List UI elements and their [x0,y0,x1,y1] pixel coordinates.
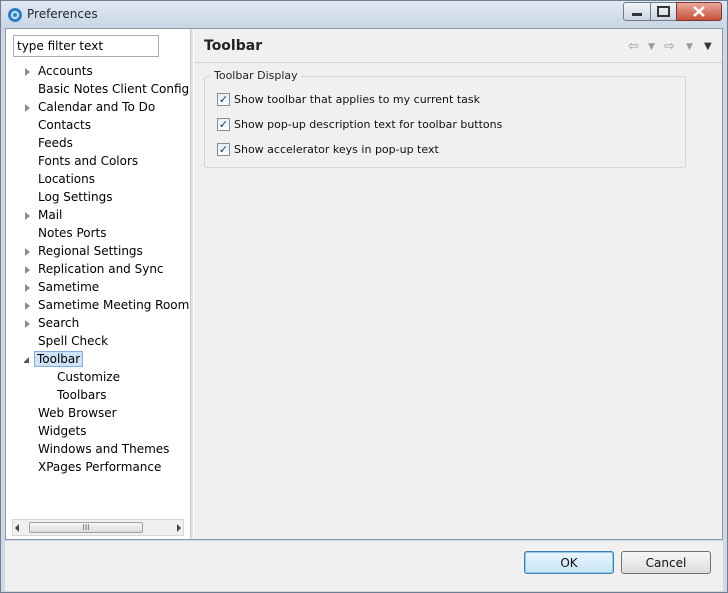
window-title: Preferences [27,7,98,21]
back-arrow-icon[interactable]: ⇦ [628,39,639,54]
expand-arrow-icon[interactable] [25,320,30,328]
preferences-sidebar: Accounts Basic Notes Client Configura Cale… [6,29,190,539]
maximize-button[interactable] [650,2,677,21]
view-menu-icon[interactable]: ▼ [704,41,712,52]
sidebar-item-label: Sametime [38,280,100,294]
expand-arrow-icon[interactable] [25,248,30,256]
option-label: Show toolbar that applies to my current … [234,93,480,106]
sidebar-item-label: Toolbar [34,351,84,367]
back-menu-icon[interactable]: ▼ [648,42,655,52]
sidebar-item[interactable]: Customize [6,369,190,387]
sidebar-item[interactable]: Mail [6,207,190,225]
close-button[interactable] [676,2,722,21]
sidebar-item[interactable]: Basic Notes Client Configura [6,81,190,99]
expand-arrow-icon[interactable] [25,104,30,112]
checkbox[interactable]: ✓ [217,143,230,156]
sidebar-item[interactable]: Replication and Sync [6,261,190,279]
sidebar-item-label: Sametime Meeting Rooms [38,298,190,312]
sidebar-item[interactable]: Fonts and Colors [6,153,190,171]
minimize-button[interactable] [623,2,651,21]
checkbox[interactable]: ✓ [217,93,230,106]
sidebar-item-label: Regional Settings [38,244,143,258]
expand-arrow-icon[interactable] [25,266,30,274]
group-label: Toolbar Display [211,69,301,82]
sidebar-item[interactable]: Contacts [6,117,190,135]
option-label: Show accelerator keys in pop-up text [234,143,439,156]
preferences-window: Preferences Accounts Basic Notes Client C… [0,0,728,593]
minimize-icon [632,13,642,16]
sidebar-item-label: Spell Check [38,334,109,348]
sidebar-item[interactable]: Spell Check [6,333,190,351]
sidebar-item[interactable]: Windows and Themes [6,441,190,459]
sidebar-item[interactable]: Toolbar [6,351,190,369]
scroll-left-icon[interactable] [15,524,19,532]
forward-arrow-icon[interactable]: ⇨ [664,39,675,54]
app-icon [7,7,23,23]
sidebar-item[interactable]: Notes Ports [6,225,190,243]
preference-page: Toolbar ⇦ ▼ ⇨ ▼ ▼ Toolbar Display ✓ Show… [194,29,722,539]
expand-arrow-icon[interactable] [25,302,30,310]
sidebar-item[interactable]: Widgets [6,423,190,441]
sidebar-item-label: Widgets [38,424,87,438]
title-bar[interactable]: Preferences [1,1,727,29]
sidebar-item-label: Web Browser [38,406,117,420]
page-header: Toolbar ⇦ ▼ ⇨ ▼ ▼ [194,29,722,61]
expand-arrow-icon[interactable] [25,68,30,76]
sidebar-item-label: Contacts [38,118,91,132]
sidebar-item-label: Windows and Themes [38,442,170,456]
sidebar-item[interactable]: Sametime Meeting Rooms [6,297,190,315]
sidebar-item-label: Customize [57,370,120,384]
pane-splitter[interactable] [190,29,193,539]
sidebar-item[interactable]: Log Settings [6,189,190,207]
maximize-icon [657,6,670,17]
sidebar-item-label: Basic Notes Client Configura [38,82,190,96]
sidebar-item[interactable]: Regional Settings [6,243,190,261]
sidebar-item[interactable]: Search [6,315,190,333]
toolbar-display-group: Toolbar Display ✓ Show toolbar that appl… [204,69,686,168]
sidebar-item[interactable]: Web Browser [6,405,190,423]
cancel-button[interactable]: Cancel [621,551,711,574]
sidebar-item-label: Calendar and To Do [38,100,156,114]
ok-button[interactable]: OK [524,551,614,574]
header-divider [194,62,722,63]
sidebar-item-label: XPages Performance [38,460,162,474]
dialog-footer: OK Cancel [5,541,723,591]
sidebar-item-label: Toolbars [57,388,107,402]
scroll-thumb[interactable]: III [29,522,143,533]
sidebar-item-label: Accounts [38,64,93,78]
close-icon [693,6,705,17]
filter-input[interactable] [13,35,159,57]
option-label: Show pop-up description text for toolbar… [234,118,503,131]
forward-menu-icon[interactable]: ▼ [686,42,693,52]
expand-arrow-icon[interactable] [25,284,30,292]
checkbox[interactable]: ✓ [217,118,230,131]
sidebar-item-label: Log Settings [38,190,113,204]
horizontal-scrollbar[interactable]: III [12,519,184,536]
sidebar-item-label: Feeds [38,136,73,150]
sidebar-item[interactable]: Accounts [6,63,190,81]
page-title: Toolbar [204,38,263,54]
sidebar-item-label: Fonts and Colors [38,154,139,168]
sidebar-item-label: Mail [38,208,63,222]
dialog-body: Accounts Basic Notes Client Configura Cale… [5,28,723,540]
collapse-arrow-icon[interactable] [23,357,29,363]
sidebar-item-label: Replication and Sync [38,262,164,276]
sidebar-item[interactable]: Sametime [6,279,190,297]
sidebar-item-label: Locations [38,172,96,186]
sidebar-item[interactable]: XPages Performance [6,459,190,477]
sidebar-item-label: Notes Ports [38,226,107,240]
sidebar-item-label: Search [38,316,80,330]
sidebar-item[interactable]: Locations [6,171,190,189]
scroll-right-icon[interactable] [177,524,181,532]
sidebar-item[interactable]: Calendar and To Do [6,99,190,117]
sidebar-item[interactable]: Toolbars [6,387,190,405]
sidebar-item[interactable]: Feeds [6,135,190,153]
expand-arrow-icon[interactable] [25,212,30,220]
preferences-tree: Accounts Basic Notes Client Configura Cale… [6,63,190,513]
